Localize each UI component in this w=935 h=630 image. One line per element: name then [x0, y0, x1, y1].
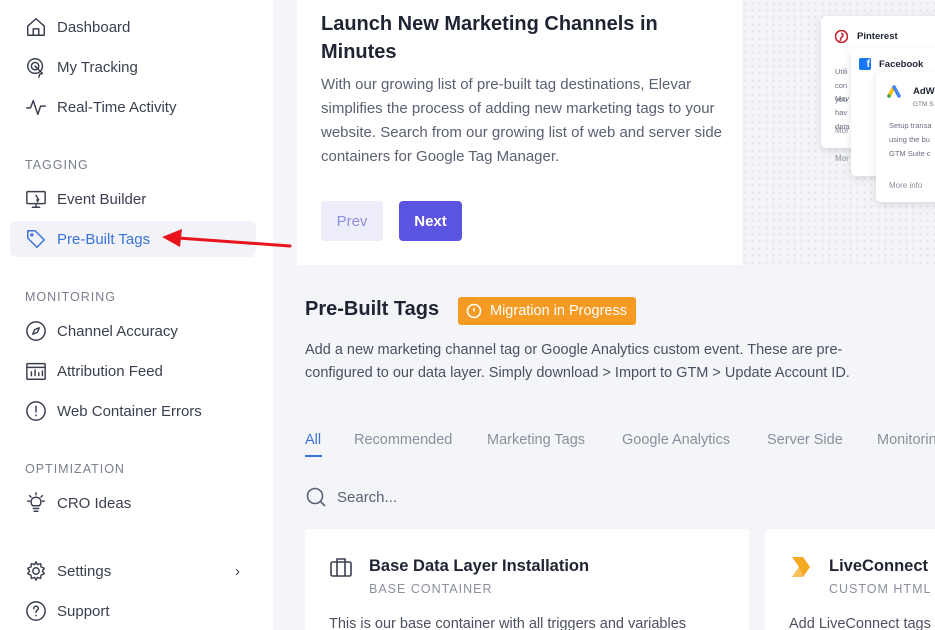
- sidebar-item-event-builder[interactable]: Event Builder: [10, 181, 256, 217]
- section-label-monitoring: MONITORING: [25, 290, 117, 304]
- lightbulb-icon: [24, 491, 48, 515]
- adwords-mini-card: AdWo GTM S Setup transa using the bu GTM…: [876, 72, 935, 202]
- hero-title: Launch New Marketing Channels in Minutes: [321, 13, 658, 63]
- tag-card-title: LiveConnect: [829, 557, 929, 575]
- facebook-logo-icon: f: [859, 58, 871, 70]
- help-icon: [24, 599, 48, 623]
- tag-card-base-data-layer[interactable]: Base Data Layer Installation BASE CONTAI…: [305, 529, 749, 630]
- sidebar-item-real-time-activity[interactable]: Real-Time Activity: [10, 89, 256, 125]
- google-ads-logo-icon: [887, 85, 901, 98]
- facebook-card-title: Facebook: [879, 59, 924, 70]
- alert-icon: [24, 399, 48, 423]
- sidebar-item-attribution-feed[interactable]: Attribution Feed: [10, 353, 256, 389]
- sidebar-item-channel-accuracy[interactable]: Channel Accuracy: [10, 313, 256, 349]
- compass-icon: [24, 319, 48, 343]
- sidebar-item-label: Attribution Feed: [57, 362, 163, 380]
- sidebar-item-label: CRO Ideas: [57, 494, 132, 512]
- sidebar-item-my-tracking[interactable]: My Tracking: [10, 49, 256, 85]
- page-title: Pre-Built Tags: [305, 298, 440, 320]
- liveconnect-logo-icon: [789, 555, 813, 579]
- sidebar-item-label: Web Container Errors: [57, 402, 202, 420]
- status-badge-label: Migration in Progress: [490, 303, 627, 319]
- sidebar-item-label: Pre-Built Tags: [57, 230, 151, 248]
- status-badge: Migration in Progress: [458, 297, 636, 325]
- sidebar-item-label: My Tracking: [57, 58, 138, 76]
- section-label-tagging: TAGGING: [25, 158, 89, 172]
- sidebar: Dashboard My Tracking Real-Time Activity…: [0, 0, 273, 630]
- adwords-card-title: AdWo: [913, 86, 935, 97]
- info-circle-icon: [466, 303, 482, 319]
- search-input[interactable]: [337, 484, 737, 510]
- tag-card-description: This is our base container with all trig…: [329, 616, 687, 630]
- sidebar-item-label: Settings: [57, 562, 112, 580]
- hero-description: With our growing list of pre-built tag d…: [321, 76, 723, 165]
- sidebar-item-web-container-errors[interactable]: Web Container Errors: [10, 393, 256, 429]
- tag-icon: [24, 227, 48, 251]
- sidebar-item-settings[interactable]: Settings ›: [10, 553, 256, 589]
- hero-card: Launch New Marketing Channels in Minutes…: [297, 0, 935, 265]
- tracking-icon: [24, 55, 48, 79]
- activity-icon: [24, 95, 48, 119]
- prev-button[interactable]: Prev: [321, 201, 383, 241]
- tag-card-subtitle: CUSTOM HTML: [829, 582, 932, 596]
- tab-server-side[interactable]: Server Side: [767, 432, 843, 448]
- sidebar-item-label: Support: [57, 602, 110, 620]
- tab-all[interactable]: All: [305, 432, 321, 448]
- tab-google-analytics[interactable]: Google Analytics: [622, 432, 730, 448]
- tab-marketing-tags[interactable]: Marketing Tags: [487, 432, 585, 448]
- section-label-optimization: OPTIMIZATION: [25, 462, 125, 476]
- more-info-link: More info: [889, 181, 923, 190]
- gear-icon: [24, 559, 48, 583]
- annotation-arrow: [162, 229, 292, 248]
- sidebar-item-dashboard[interactable]: Dashboard: [10, 9, 256, 45]
- chevron-right-icon: ›: [235, 562, 240, 580]
- pinterest-card-title: Pinterest: [857, 31, 898, 42]
- next-button[interactable]: Next: [399, 201, 462, 241]
- sidebar-item-label: Channel Accuracy: [57, 322, 178, 340]
- tab-recommended[interactable]: Recommended: [354, 432, 452, 448]
- sidebar-item-label: Real-Time Activity: [57, 98, 177, 116]
- sidebar-item-label: Event Builder: [57, 190, 147, 208]
- briefcase-icon: [329, 555, 353, 579]
- tag-card-liveconnect[interactable]: LiveConnect CUSTOM HTML Add LiveConnect …: [765, 529, 935, 630]
- home-icon: [24, 15, 48, 39]
- pinterest-logo-icon: [835, 30, 848, 43]
- sidebar-item-support[interactable]: Support: [10, 593, 256, 629]
- hero-illustration: Pinterest Utili con you Mor f Facebook M…: [742, 0, 935, 265]
- tag-card-title: Base Data Layer Installation: [369, 557, 590, 575]
- monitor-icon: [24, 187, 48, 211]
- sidebar-item-cro-ideas[interactable]: CRO Ideas: [10, 485, 256, 521]
- feed-icon: [24, 359, 48, 383]
- active-tab-indicator: [305, 455, 322, 457]
- tag-card-subtitle: BASE CONTAINER: [369, 582, 493, 596]
- tag-card-description: Add LiveConnect tags: [789, 616, 931, 630]
- sidebar-item-label: Dashboard: [57, 18, 131, 36]
- tab-monitoring[interactable]: Monitorin: [877, 432, 935, 448]
- page-description: Add a new marketing channel tag or Googl…: [305, 342, 850, 381]
- search-icon: [305, 486, 327, 508]
